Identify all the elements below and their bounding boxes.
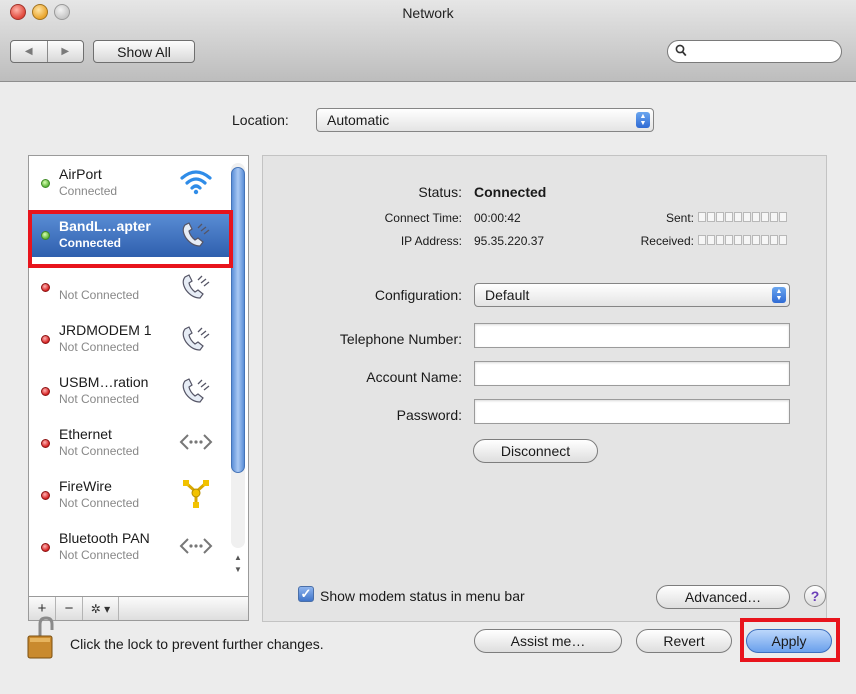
- account-name-label: Account Name:: [366, 369, 462, 385]
- location-value: Automatic: [327, 112, 390, 128]
- firewire-icon: [183, 480, 209, 508]
- show-all-button[interactable]: Show All: [93, 40, 195, 63]
- password-label: Password:: [396, 407, 462, 423]
- status-dot-red: [41, 439, 50, 448]
- advanced-button[interactable]: Advanced…: [656, 585, 790, 609]
- remove-service-button[interactable]: −: [56, 597, 83, 620]
- status-dot-red: [41, 335, 50, 344]
- status-value: Connected: [474, 184, 547, 200]
- service-item-bluetooth-pan[interactable]: Bluetooth PAN Not Connected: [30, 524, 230, 569]
- service-name: AirPort: [59, 166, 102, 182]
- show-modem-status-label: Show modem status in menu bar: [320, 588, 525, 604]
- revert-button[interactable]: Revert: [636, 629, 732, 653]
- sent-meter: [698, 212, 787, 222]
- telephone-number-label: Telephone Number:: [339, 331, 462, 347]
- service-list-toolbar: + − ✲ ▾: [28, 596, 249, 621]
- service-status: Not Connected: [59, 288, 140, 302]
- service-name: USBM…ration: [59, 374, 149, 390]
- connect-time-value: 00:00:42: [474, 211, 521, 225]
- lock-icon[interactable]: [24, 616, 58, 662]
- show-modem-status-checkbox[interactable]: ✓: [298, 586, 314, 602]
- service-status: Not Connected: [59, 444, 140, 458]
- service-name: JRDMODEM 1: [59, 322, 152, 338]
- password-field[interactable]: [474, 399, 790, 424]
- status-dot-green: [41, 179, 50, 188]
- received-label: Received:: [640, 234, 694, 248]
- service-status: Not Connected: [59, 548, 140, 562]
- ethernet-icon: [179, 538, 213, 554]
- sent-label: Sent:: [665, 211, 694, 225]
- service-item-jrdmodem[interactable]: JRDMODEM 1 Not Connected: [30, 316, 230, 361]
- scroll-thumb[interactable]: [231, 167, 245, 473]
- help-button[interactable]: ?: [804, 585, 826, 607]
- service-name: Ethernet: [59, 426, 112, 442]
- status-label: Status:: [418, 184, 462, 200]
- status-dot-red: [41, 283, 50, 292]
- wifi-icon: [180, 170, 212, 195]
- service-item-airport[interactable]: AirPort Connected: [30, 160, 230, 205]
- received-meter: [698, 235, 787, 245]
- connect-time-label: Connect Time:: [384, 211, 462, 225]
- service-status: Not Connected: [59, 340, 140, 354]
- search-icon: [675, 44, 687, 60]
- forward-button[interactable]: ▶: [46, 41, 84, 62]
- popup-arrows-icon: ▲ ▼: [636, 112, 650, 128]
- service-item-firewire[interactable]: FireWire Not Connected: [30, 472, 230, 517]
- service-item-ethernet[interactable]: Ethernet Not Connected: [30, 420, 230, 465]
- status-dot-red: [41, 543, 50, 552]
- configuration-value: Default: [485, 287, 530, 303]
- configuration-popup[interactable]: Default ▲ ▼: [474, 283, 790, 307]
- scroll-down-arrow[interactable]: ▼: [231, 565, 245, 577]
- phone-modem-icon: [182, 274, 210, 299]
- service-detail-pane: [262, 155, 827, 622]
- account-name-field[interactable]: [474, 361, 790, 386]
- highlight-box-apply: [740, 618, 840, 662]
- service-status: Not Connected: [59, 392, 140, 406]
- ip-address-value: 95.35.220.37: [474, 234, 545, 248]
- service-name: Bluetooth PAN: [59, 530, 150, 546]
- gear-menu-button[interactable]: ✲ ▾: [83, 597, 119, 620]
- telephone-number-field[interactable]: [474, 323, 790, 348]
- service-item-usbmodem[interactable]: USBM…ration Not Connected: [30, 368, 230, 413]
- phone-modem-icon: [182, 378, 210, 403]
- back-button[interactable]: ◀: [11, 41, 47, 62]
- service-status: Not Connected: [59, 496, 140, 510]
- service-item-unnamed[interactable]: Not Connected: [30, 264, 230, 309]
- assist-me-button[interactable]: Assist me…: [474, 629, 622, 653]
- status-dot-red: [41, 491, 50, 500]
- service-status: Connected: [59, 184, 118, 198]
- back-forward-control: ◀ ▶: [10, 40, 84, 63]
- service-name: FireWire: [59, 478, 112, 494]
- phone-modem-icon: [182, 326, 210, 351]
- lock-message: Click the lock to prevent further change…: [70, 636, 324, 652]
- disconnect-button[interactable]: Disconnect: [473, 439, 598, 463]
- scroll-up-arrow[interactable]: ▲: [231, 553, 245, 565]
- ethernet-icon: [179, 434, 213, 450]
- location-label: Location:: [232, 112, 289, 128]
- window-title: Network: [402, 5, 454, 21]
- window-toolbar: Network ◀ ▶ Show All: [0, 0, 856, 82]
- status-dot-red: [41, 387, 50, 396]
- ip-address-label: IP Address:: [400, 234, 462, 248]
- location-popup[interactable]: Automatic ▲ ▼: [316, 108, 654, 132]
- configuration-label: Configuration:: [374, 287, 462, 303]
- popup-arrows-icon: ▲ ▼: [772, 287, 786, 303]
- highlight-box-selected-service: [28, 210, 233, 268]
- search-field[interactable]: [667, 40, 842, 63]
